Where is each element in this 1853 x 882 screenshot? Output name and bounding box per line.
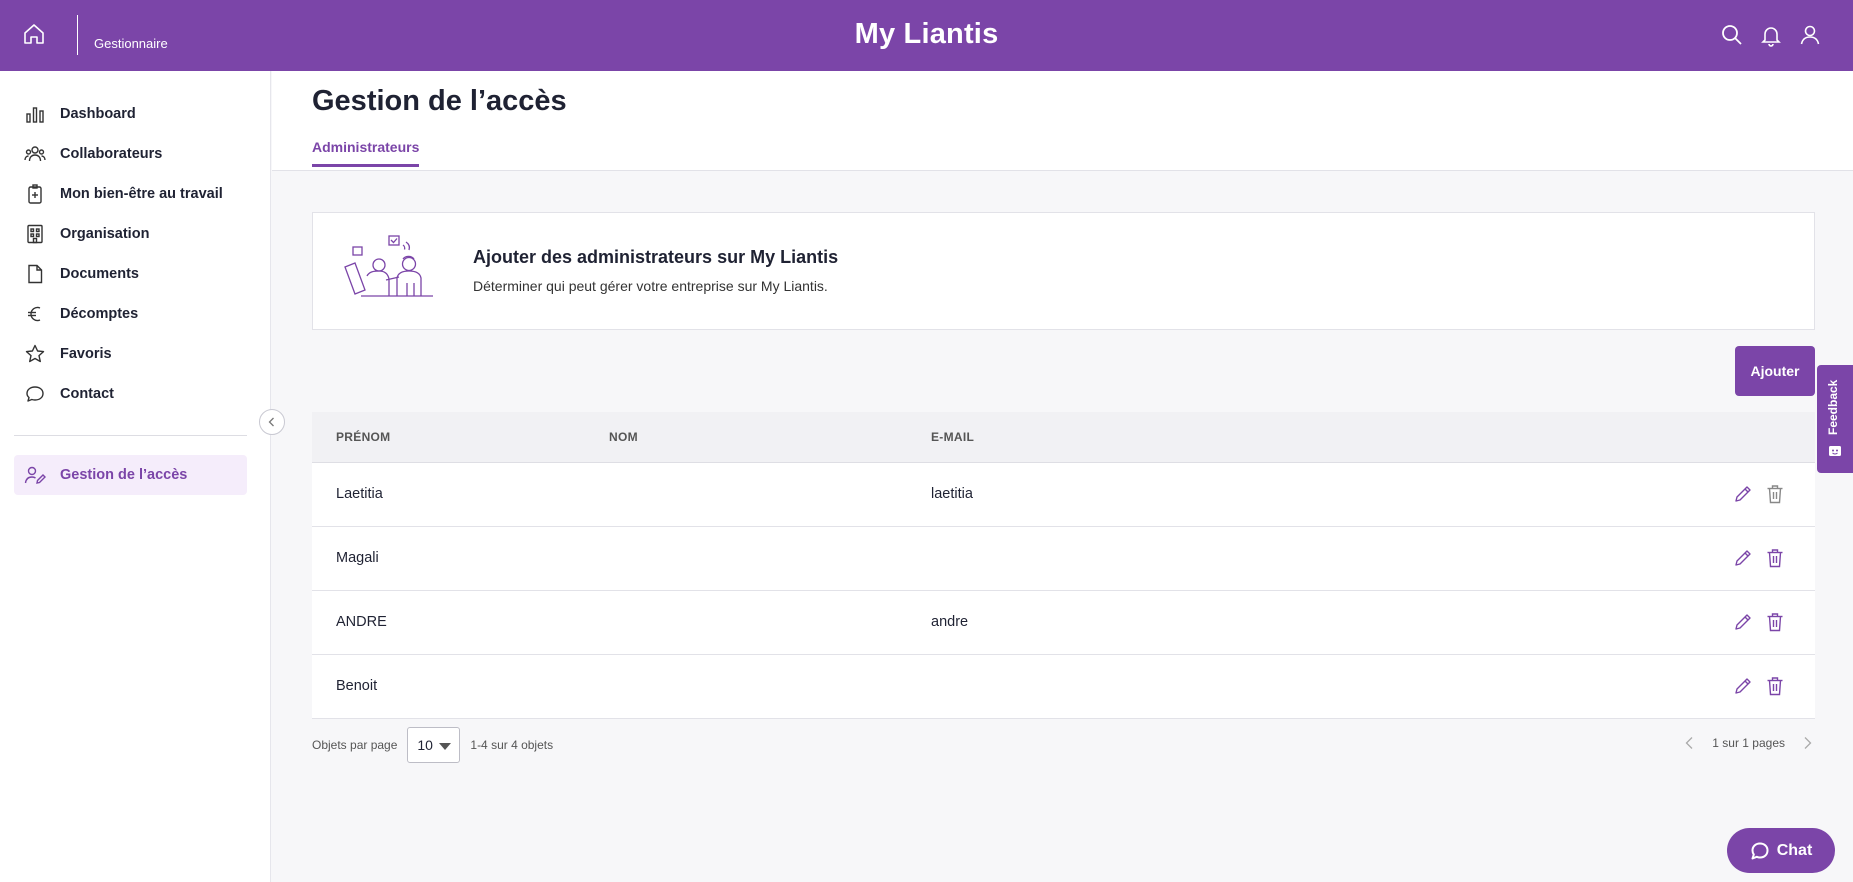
sidebar-item-label: Favoris [60,346,112,362]
table-header: PRÉNOM NOM E-MAIL [312,412,1815,463]
feedback-tab[interactable]: Feedback [1817,365,1853,473]
feedback-icon [1829,446,1841,456]
chevron-left-icon[interactable] [1682,735,1698,751]
per-page-select[interactable]: 10 [407,727,461,763]
sidebar-item-label: Gestion de l’accès [60,467,188,483]
info-card: Ajouter des administrateurs sur My Liant… [312,212,1815,330]
cell-email: andre [931,614,969,630]
sidebar-item-collaborateurs[interactable]: Collaborateurs [14,134,247,174]
sidebar-item-bien-etre[interactable]: Mon bien-être au travail [14,174,247,214]
administrators-table: PRÉNOM NOM E-MAIL Laetitia laetitia Maga… [312,412,1815,719]
pencil-icon[interactable] [1732,675,1754,697]
sidebar-divider [14,435,247,436]
table-row: Magali [312,527,1815,591]
card-title: Ajouter des administrateurs sur My Liant… [473,247,839,267]
table-row: Benoit [312,655,1815,719]
sidebar-item-label: Mon bien-être au travail [60,186,223,202]
cell-first-name: Magali [336,550,379,566]
sidebar-item-label: Organisation [60,226,150,242]
sidebar-item-label: Contact [60,386,114,402]
trash-icon[interactable] [1764,547,1786,569]
brand-title: My Liantis [854,18,999,50]
sidebar-item-dashboard[interactable]: Dashboard [14,94,247,134]
users-icon [24,146,46,162]
chat-button[interactable]: Chat [1727,828,1835,873]
sidebar-item-label: Documents [60,266,139,282]
sidebar-item-label: Collaborateurs [60,146,163,162]
sidebar-item-contact[interactable]: Contact [14,374,247,414]
sidebar-item-gestion-acces[interactable]: Gestion de l’accès [14,455,247,495]
chat-label: Chat [1776,841,1813,859]
user-icon[interactable] [1798,23,1822,47]
sidebar-item-organisation[interactable]: Organisation [14,214,247,254]
pagination-left: Objets par page 10 1-4 sur 4 objets [312,727,553,763]
tab-administrateurs[interactable]: Administrateurs [312,139,420,167]
per-page-value: 10 [417,737,433,753]
chevron-left-icon [268,417,274,427]
feedback-label: Feedback [1826,379,1840,435]
sidebar-item-documents[interactable]: Documents [14,254,247,294]
euro-icon [28,306,41,322]
per-page-label: Objets par page [312,738,398,752]
administrators-illustration [344,235,433,297]
sidebar: Dashboard Collaborateurs Mon bien-être a… [0,71,271,882]
column-header-email[interactable]: E-MAIL [931,430,974,444]
chat-bubble-icon [1751,842,1769,859]
top-bar: Gestionnaire My Liantis [0,0,1853,71]
search-icon[interactable] [1720,23,1744,47]
range-text: 1-4 sur 4 objets [470,738,554,752]
bell-icon[interactable] [1759,23,1783,47]
table-row: Laetitia laetitia [312,463,1815,527]
bar-chart-icon [26,107,44,123]
pencil-icon[interactable] [1732,547,1754,569]
cell-email: laetitia [931,486,973,502]
building-icon [27,224,43,244]
cell-first-name: ANDRE [336,614,387,630]
pages-text: 1 sur 1 pages [1712,736,1785,750]
trash-icon[interactable] [1764,483,1786,505]
document-icon [28,264,43,284]
trash-icon[interactable] [1764,675,1786,697]
sidebar-item-favoris[interactable]: Favoris [14,334,247,374]
caret-down-icon [439,743,452,750]
table-row: ANDRE andre [312,591,1815,655]
sidebar-item-decomptes[interactable]: Décomptes [14,294,247,334]
star-icon [25,344,45,363]
pencil-icon[interactable] [1732,611,1754,633]
pencil-icon[interactable] [1732,483,1754,505]
column-header-last-name[interactable]: NOM [609,430,638,444]
pagination-right: 1 sur 1 pages [1682,735,1815,751]
chevron-right-icon[interactable] [1799,735,1815,751]
page-title: Gestion de l’accès [312,85,567,117]
sidebar-item-label: Décomptes [60,306,139,322]
column-header-first-name[interactable]: PRÉNOM [336,430,390,444]
user-edit-icon [24,466,46,484]
speech-bubble-icon [26,386,44,402]
cell-first-name: Laetitia [336,486,383,502]
sidebar-item-label: Dashboard [60,106,136,122]
sidebar-collapse-button[interactable] [259,409,285,435]
card-subtitle: Déterminer qui peut gérer votre entrepri… [473,278,828,294]
cell-first-name: Benoit [336,678,378,694]
trash-icon[interactable] [1764,611,1786,633]
badge-health-icon [28,184,42,204]
add-administrator-button[interactable]: Ajouter [1735,346,1815,396]
page-header: Gestion de l’accès Administrateurs [272,71,1853,171]
